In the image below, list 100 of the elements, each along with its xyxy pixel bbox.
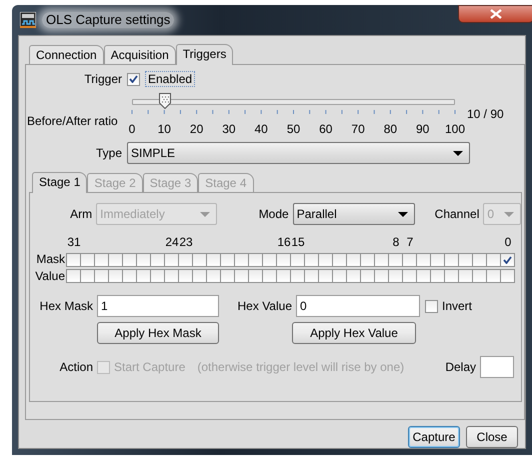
bit-checkbox[interactable] — [234, 252, 249, 267]
bit-checkbox[interactable] — [150, 268, 165, 283]
bit-checkbox[interactable] — [94, 268, 109, 283]
bit-checkbox[interactable] — [136, 268, 151, 283]
bit-checkbox[interactable] — [94, 252, 109, 267]
bit-checkbox[interactable] — [416, 268, 431, 283]
bit-checkbox[interactable] — [472, 268, 487, 283]
bit-checkbox[interactable] — [402, 252, 417, 267]
bit-checkbox[interactable] — [416, 252, 431, 267]
close-icon — [490, 9, 502, 19]
dialog-button[interactable]: Close — [466, 426, 518, 448]
close-button[interactable] — [458, 5, 532, 23]
bit-checkbox[interactable] — [66, 252, 81, 267]
field-label: Channel — [434, 207, 480, 222]
type-dropdown[interactable]: SIMPLE — [127, 142, 470, 164]
tick-label: 20 — [190, 122, 204, 137]
bit-checkbox[interactable] — [178, 252, 193, 267]
tick-label: 90 — [416, 122, 430, 137]
bit-checkbox[interactable] — [388, 252, 403, 267]
bit-checkbox[interactable] — [136, 252, 151, 267]
bit-checkbox[interactable] — [430, 252, 445, 267]
delay-field[interactable] — [480, 356, 514, 378]
bit-checkbox[interactable] — [122, 268, 137, 283]
bit-checkbox[interactable] — [80, 252, 95, 267]
bit-checkbox[interactable] — [486, 252, 501, 267]
tick-label: 40 — [254, 122, 268, 137]
bit-checkbox[interactable] — [444, 268, 459, 283]
hex-mask-field[interactable]: 1 — [97, 295, 219, 318]
bit-checkbox[interactable] — [164, 268, 179, 283]
bit-checkbox[interactable] — [486, 268, 501, 283]
apply-hex-value-button[interactable]: Apply Hex Value — [292, 322, 416, 344]
dialog-button[interactable]: Capture — [408, 426, 460, 448]
invert-checkbox[interactable] — [425, 300, 438, 313]
check-icon — [129, 75, 138, 84]
bit-checkbox[interactable] — [304, 268, 319, 283]
bit-checkbox[interactable] — [332, 252, 347, 267]
bit-checkbox[interactable] — [220, 268, 235, 283]
bit-checkbox[interactable] — [80, 268, 95, 283]
caret-icon — [453, 150, 463, 156]
bit-checkbox[interactable] — [248, 268, 263, 283]
checkbox-label: Invert — [442, 298, 472, 314]
bit-checkbox[interactable] — [360, 252, 375, 267]
bit-checkbox[interactable] — [276, 252, 291, 267]
checkbox-label: Enabled — [145, 71, 196, 88]
bit-checkbox[interactable] — [458, 252, 473, 267]
bit-checkbox[interactable] — [108, 252, 123, 267]
bit-checkbox[interactable] — [122, 252, 137, 267]
bit-checkbox[interactable] — [192, 252, 207, 267]
bit-checkbox[interactable] — [164, 252, 179, 267]
bit-checkbox[interactable] — [458, 268, 473, 283]
bit-number: 31 — [67, 235, 81, 250]
bit-checkbox[interactable] — [248, 252, 263, 267]
tab[interactable]: Connection — [29, 44, 104, 64]
bit-checkbox[interactable] — [178, 268, 193, 283]
bit-number: 7 — [406, 235, 414, 250]
field-label: Arm — [69, 207, 92, 222]
bit-checkbox[interactable] — [374, 252, 389, 267]
bit-checkbox[interactable] — [276, 268, 291, 283]
bit-checkbox[interactable] — [262, 268, 277, 283]
bit-checkbox[interactable] — [500, 252, 515, 267]
bit-checkbox[interactable] — [388, 268, 403, 283]
hint-text: (otherwise trigger level will rise by one) — [197, 360, 404, 374]
bit-checkbox[interactable] — [318, 252, 333, 267]
bit-checkbox[interactable] — [444, 252, 459, 267]
tab[interactable]: Acquisition — [104, 44, 176, 64]
bit-checkbox[interactable] — [290, 252, 305, 267]
bit-checkbox[interactable] — [66, 268, 81, 283]
bit-checkbox[interactable] — [402, 268, 417, 283]
hex-value-field[interactable]: 0 — [296, 295, 420, 318]
bit-checkbox[interactable] — [318, 268, 333, 283]
caret-icon — [200, 212, 210, 217]
check-icon — [503, 256, 512, 264]
bit-number: 8 — [392, 235, 400, 250]
bit-checkbox[interactable] — [472, 252, 487, 267]
mode-dropdown[interactable]: Parallel — [292, 203, 416, 226]
bit-checkbox[interactable] — [290, 268, 305, 283]
bit-checkbox[interactable] — [346, 252, 361, 267]
enabled-checkbox[interactable] — [127, 72, 140, 86]
tab[interactable]: Stage 1 — [32, 172, 88, 194]
bit-checkbox[interactable] — [262, 252, 277, 267]
bit-checkbox[interactable] — [346, 268, 361, 283]
bit-checkbox[interactable] — [234, 268, 249, 283]
bit-checkbox[interactable] — [374, 268, 389, 283]
bit-checkbox[interactable] — [150, 252, 165, 267]
bit-checkbox[interactable] — [332, 268, 347, 283]
tick-label: 70 — [351, 122, 365, 137]
bit-checkbox[interactable] — [206, 268, 221, 283]
bit-checkbox[interactable] — [500, 268, 515, 283]
bit-checkbox[interactable] — [430, 268, 445, 283]
tab[interactable]: Triggers — [176, 44, 234, 65]
bit-checkbox[interactable] — [206, 252, 221, 267]
apply-hex-mask-button[interactable]: Apply Hex Mask — [97, 322, 219, 344]
bit-checkbox[interactable] — [220, 252, 235, 267]
bit-checkbox[interactable] — [360, 268, 375, 283]
tick-label: 0 — [128, 122, 136, 137]
slider-thumb[interactable] — [159, 93, 172, 110]
bit-checkbox[interactable] — [192, 268, 207, 283]
bit-checkbox[interactable] — [108, 268, 123, 283]
tick-label: 60 — [319, 122, 332, 137]
bit-checkbox[interactable] — [304, 252, 319, 267]
